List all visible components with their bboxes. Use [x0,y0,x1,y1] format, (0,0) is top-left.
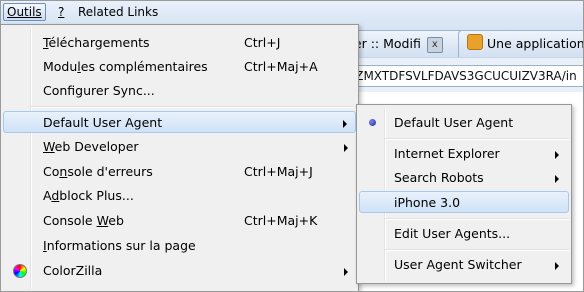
submenu-item-default-user-agent[interactable]: Default User Agent [359,112,569,134]
menu-item-colorzilla[interactable]: ColorZilla [3,260,356,282]
menu-item-informations[interactable]: Informations sur la page [3,235,356,257]
menu-separator [385,218,569,220]
radio-selected-icon [369,119,376,126]
colorzilla-icon [13,264,27,278]
outils-menu: Téléchargements Ctrl+J Modules complémen… [0,24,359,292]
menu-item-console-erreurs[interactable]: Console d'erreurs Ctrl+Maj+J [3,161,356,183]
menu-item-default-user-agent[interactable]: Default User Agent [3,111,356,133]
submenu-arrow-icon [344,144,348,152]
submenu-arrow-icon [555,262,559,270]
menu-item-configurer-sync[interactable]: Configurer Sync... [3,80,356,102]
shortcut-label: Ctrl+Maj+A [244,59,318,74]
menu-item-console-web[interactable]: Console Web Ctrl+Maj+K [3,210,356,232]
tab-modifier[interactable]: ter :: Modifi x [340,30,468,57]
tab-title: ter :: Modifi [349,36,421,51]
submenu-item-edit-user-agents[interactable]: Edit User Agents... [359,223,569,245]
menu-item-telechargements[interactable]: Téléchargements Ctrl+J [3,32,356,54]
submenu-item-user-agent-switcher[interactable]: User Agent Switcher [359,254,569,276]
submenu-arrow-icon [343,120,347,128]
menubar: Outils ? Related Links [0,0,584,25]
shortcut-label: Ctrl+Maj+K [244,213,318,228]
tab-une-application[interactable]: Une applicationx [458,30,584,57]
menu-related-links[interactable]: Related Links [75,4,161,20]
shortcut-label: Ctrl+Maj+J [244,164,313,179]
menu-outils[interactable]: Outils [3,3,46,21]
menu-separator [385,138,569,140]
submenu-item-internet-explorer[interactable]: Internet Explorer [359,143,569,165]
submenu-arrow-icon [555,151,559,159]
submenu-item-search-robots[interactable]: Search Robots [359,167,569,189]
menu-help[interactable]: ? [55,4,67,20]
menu-item-adblock[interactable]: Adblock Plus... [3,185,356,207]
menu-item-web-developer[interactable]: Web Developer [3,136,356,158]
submenu-arrow-icon [344,268,348,276]
menu-item-modules[interactable]: Modules complémentaires Ctrl+Maj+A [3,56,356,78]
submenu-arrow-icon [555,175,559,183]
menu-separator [31,106,354,108]
menu-separator [385,249,569,251]
tab-favicon-icon [467,34,483,50]
submenu-item-iphone[interactable]: iPhone 3.0 [359,191,569,213]
tab-close-icon[interactable]: x [426,37,443,53]
url-value: XZMXTDFSVLFDAVS3GCUCUIZV3RA/in [347,69,577,83]
shortcut-label: Ctrl+J [244,35,281,50]
user-agent-submenu: Default User Agent Internet Explorer Sea… [356,104,572,284]
tab-title: Une application [487,36,584,51]
